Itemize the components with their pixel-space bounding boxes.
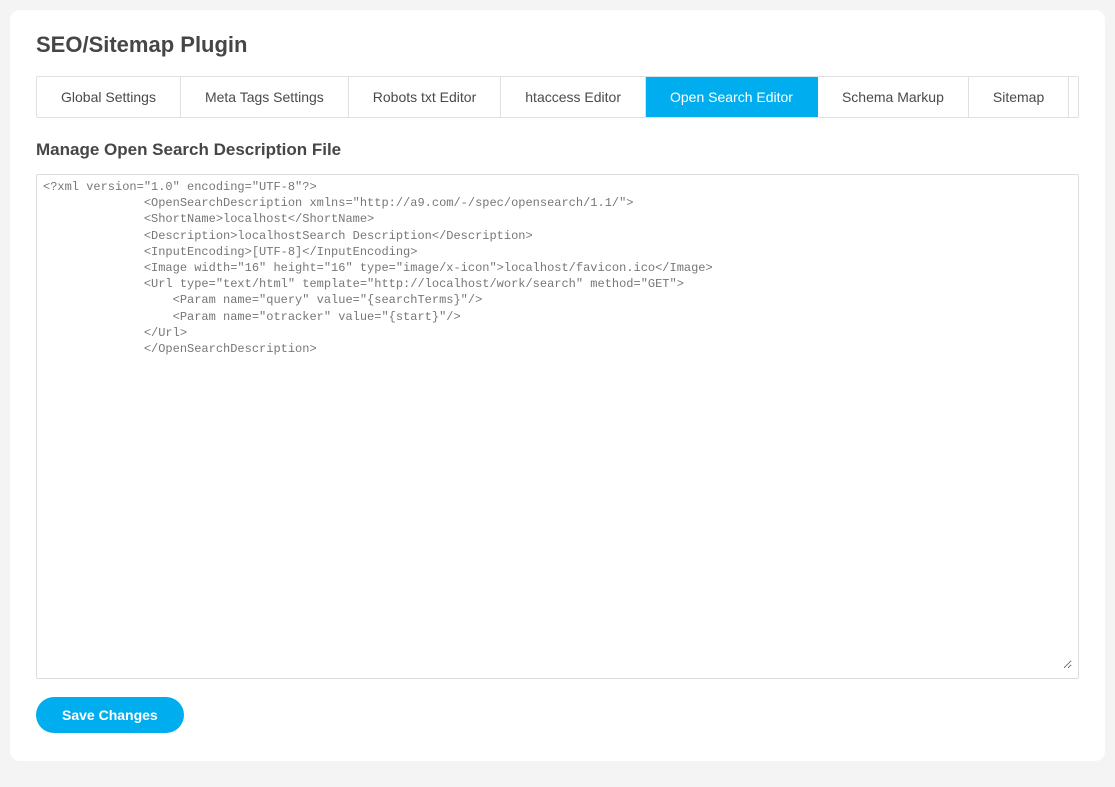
page-title: SEO/Sitemap Plugin [36,32,1079,58]
tab-spacer [1069,77,1079,117]
plugin-card: SEO/Sitemap Plugin Global Settings Meta … [10,10,1105,761]
section-title: Manage Open Search Description File [36,140,1079,160]
tab-meta-tags-settings[interactable]: Meta Tags Settings [181,77,349,117]
tab-robots-txt-editor[interactable]: Robots txt Editor [349,77,502,117]
tab-schema-markup[interactable]: Schema Markup [818,77,969,117]
tab-htaccess-editor[interactable]: htaccess Editor [501,77,646,117]
editor-container [36,174,1079,679]
tabs-bar: Global Settings Meta Tags Settings Robot… [36,76,1079,118]
save-changes-button[interactable]: Save Changes [36,697,184,733]
tab-global-settings[interactable]: Global Settings [37,77,181,117]
tab-open-search-editor[interactable]: Open Search Editor [646,77,818,117]
open-search-code-editor[interactable] [43,179,1072,669]
tab-sitemap[interactable]: Sitemap [969,77,1069,117]
